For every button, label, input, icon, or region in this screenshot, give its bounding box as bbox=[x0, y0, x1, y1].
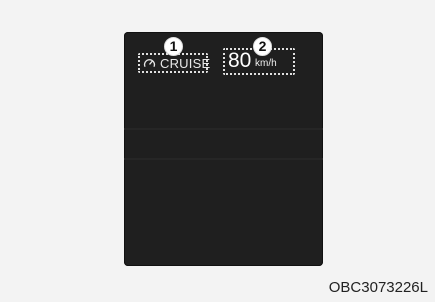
display-scanline bbox=[124, 158, 323, 160]
figure-code: OBC3073226L bbox=[328, 279, 428, 296]
cruise-indicator: CRUISE bbox=[138, 53, 211, 73]
cruise-control-icon bbox=[143, 59, 156, 68]
callout-1: 1 bbox=[164, 37, 183, 56]
callout-2: 2 bbox=[253, 37, 272, 56]
set-speed-value: 80 bbox=[228, 49, 252, 72]
cruise-label: CRUISE bbox=[160, 56, 211, 71]
speed-unit: km/h bbox=[255, 58, 277, 69]
display-scanline bbox=[124, 128, 323, 130]
instrument-cluster-display: CRUISE 80 km/h bbox=[124, 32, 323, 266]
